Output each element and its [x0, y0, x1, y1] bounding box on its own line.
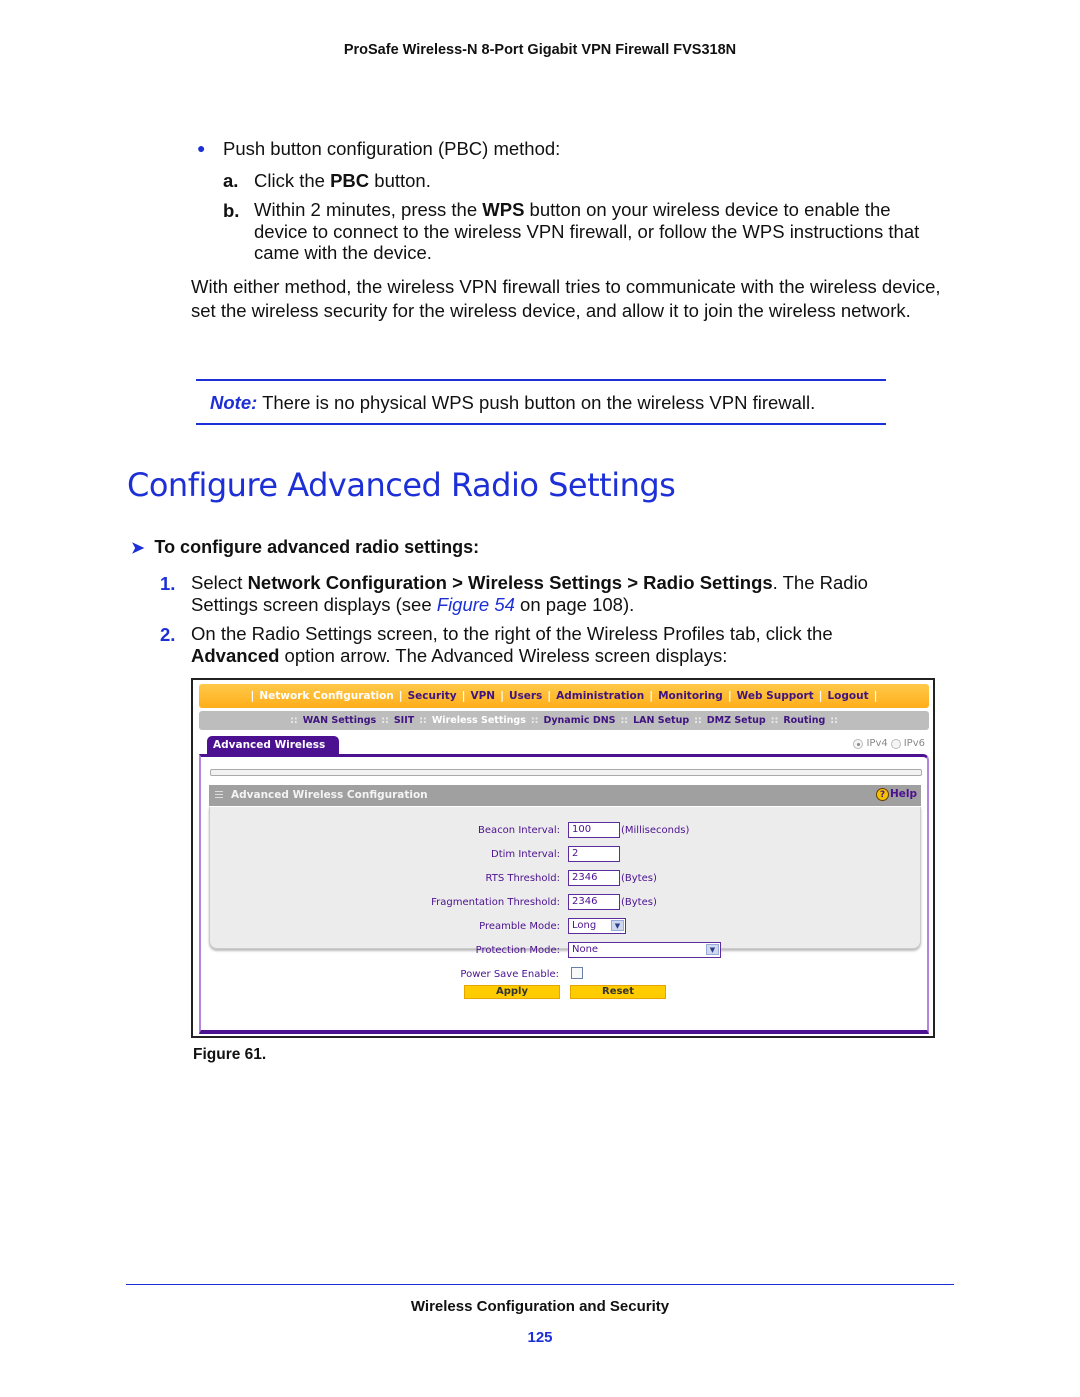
step-a-text: Click the PBC button. — [254, 170, 431, 191]
subnav-routing[interactable]: Routing — [783, 715, 825, 726]
content-panel: Advanced Wireless Configuration ? Help Be… — [199, 754, 929, 1034]
subnav-dynamic-dns[interactable]: Dynamic DNS — [543, 715, 615, 726]
step-2-text: On the Radio Settings screen, to the rig… — [191, 623, 833, 666]
nav-monitoring[interactable]: Monitoring — [658, 690, 723, 702]
subnav-wan-settings[interactable]: WAN Settings — [303, 715, 377, 726]
step-a-label: a. — [223, 170, 239, 191]
note-top-rule — [196, 379, 886, 381]
subnav-siit[interactable]: SIIT — [394, 715, 414, 726]
protection-mode-select[interactable]: None ▼ — [568, 942, 721, 958]
running-header: ProSafe Wireless-N 8-Port Gigabit VPN Fi… — [343, 42, 737, 58]
page-number: 125 — [527, 1329, 553, 1346]
subnav-wireless-settings[interactable]: Wireless Settings — [432, 715, 526, 726]
dtim-interval-row: Dtim Interval: 2 — [210, 846, 922, 864]
dtim-interval-input[interactable]: 2 — [568, 846, 620, 862]
chevron-down-icon: ▼ — [611, 920, 624, 931]
ip-version-selector: IPv4 IPv6 — [853, 738, 925, 749]
fragmentation-threshold-row: Fragmentation Threshold: 2346 (Bytes) — [431, 894, 657, 910]
note-bottom-rule — [196, 423, 886, 425]
apply-button[interactable]: Apply — [464, 985, 560, 999]
preamble-mode-select[interactable]: Long ▼ — [568, 918, 626, 934]
fragmentation-threshold-input[interactable]: 2346 — [568, 894, 620, 910]
section-title: Configure Advanced Radio Settings — [127, 466, 676, 504]
protection-mode-row: Protection Mode: None ▼ — [210, 942, 922, 960]
power-save-checkbox[interactable] — [571, 967, 583, 979]
subnav-lan-setup[interactable]: LAN Setup — [633, 715, 689, 726]
step-1-number: 1. — [160, 573, 176, 594]
message-bar — [210, 769, 922, 776]
nav-network-configuration[interactable]: Network Configuration — [259, 690, 393, 702]
nav-vpn[interactable]: VPN — [470, 690, 495, 702]
bullet-icon: ● — [197, 140, 206, 156]
beacon-interval-input[interactable]: 100 — [568, 822, 620, 838]
nav-security[interactable]: Security — [408, 690, 457, 702]
pbc-bullet: Push button configuration (PBC) method: — [223, 138, 561, 159]
sub-nav: :: WAN Settings:: SIIT:: Wireless Settin… — [199, 711, 929, 730]
section-header: Advanced Wireless Configuration ? Help — [209, 785, 921, 806]
chevron-down-icon: ▼ — [706, 944, 719, 955]
figure-caption: Figure 61. — [193, 1046, 267, 1063]
nav-users[interactable]: Users — [509, 690, 542, 702]
step-1-text: Select Network Configuration > Wireless … — [191, 572, 868, 615]
rts-threshold-row: RTS Threshold: 2346 (Bytes) — [485, 870, 657, 886]
help-link[interactable]: ? Help — [875, 788, 917, 801]
preamble-mode-row: Preamble Mode: Long ▼ — [210, 918, 922, 936]
step-b-text: Within 2 minutes, press the WPS button o… — [254, 199, 920, 263]
procedure-heading: ➤ To configure advanced radio settings: — [131, 537, 480, 557]
method-paragraph: With either method, the wireless VPN fir… — [191, 276, 941, 321]
power-save-row: Power Save Enable: — [209, 966, 921, 984]
advanced-wireless-screenshot: | Network Configuration | Security | VPN | … — [191, 678, 935, 1038]
help-icon: ? — [875, 788, 889, 801]
footer-title: Wireless Configuration and Security — [410, 1298, 670, 1315]
tab-advanced-wireless[interactable]: Advanced Wireless — [207, 736, 339, 755]
footer-rule — [126, 1284, 954, 1285]
figure-54-link[interactable]: Figure 54 — [437, 594, 515, 615]
subnav-dmz-setup[interactable]: DMZ Setup — [707, 715, 766, 726]
arrow-icon: ➤ — [131, 540, 145, 557]
main-nav: | Network Configuration | Security | VPN | … — [199, 684, 929, 708]
grip-icon — [215, 790, 223, 800]
nav-logout[interactable]: Logout — [827, 690, 868, 702]
config-form: Beacon Interval: 100 (Milliseconds) Dtim… — [209, 807, 922, 958]
radio-ipv4[interactable] — [853, 738, 864, 749]
nav-administration[interactable]: Administration — [556, 690, 644, 702]
step-b-label: b. — [223, 200, 240, 221]
rts-threshold-input[interactable]: 2346 — [568, 870, 620, 886]
radio-ipv6[interactable] — [890, 738, 901, 749]
reset-button[interactable]: Reset — [570, 985, 666, 999]
note: Note: There is no physical WPS push butt… — [210, 392, 816, 413]
step-2-number: 2. — [160, 624, 176, 645]
nav-web-support[interactable]: Web Support — [737, 690, 814, 702]
beacon-interval-row: Beacon Interval: 100 (Milliseconds) — [478, 822, 690, 838]
